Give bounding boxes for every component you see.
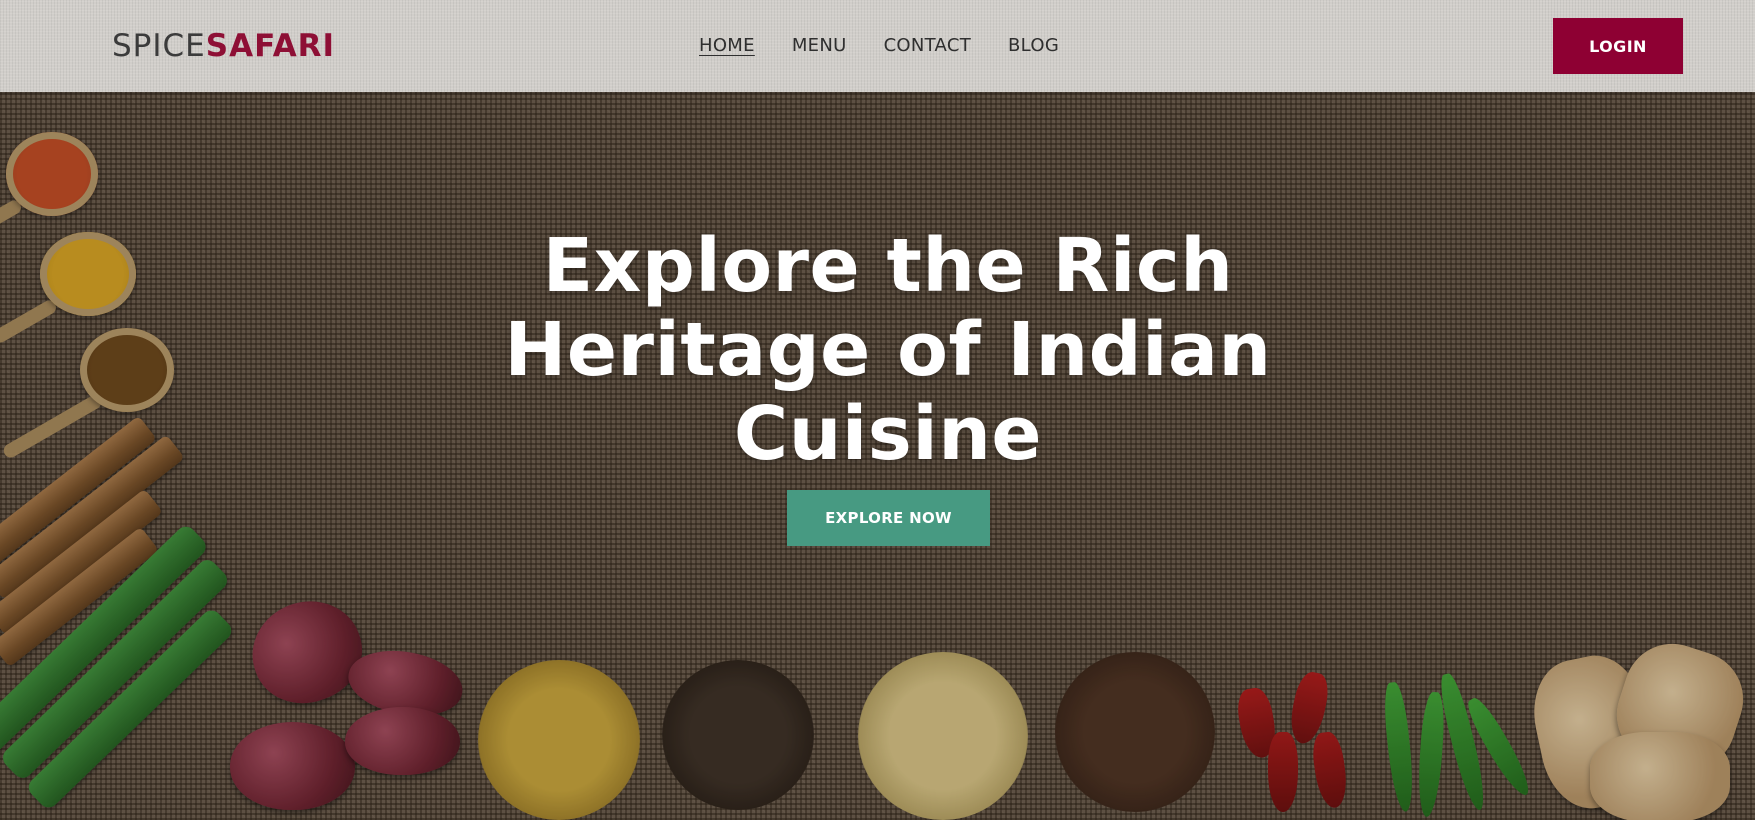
explore-now-button[interactable]: EXPLORE NOW xyxy=(787,490,990,546)
logo-text-spice: SPICE xyxy=(112,28,206,64)
nav-item-home[interactable]: HOME xyxy=(699,34,755,58)
hero-title: Explore the Rich Heritage of Indian Cuis… xyxy=(504,223,1272,477)
nav-item-contact[interactable]: CONTACT xyxy=(884,34,971,58)
hero-section: Explore the Rich Heritage of Indian Cuis… xyxy=(0,92,1755,820)
main-nav: HOME MENU CONTACT BLOG xyxy=(699,34,1059,58)
site-logo[interactable]: SPICESAFARI xyxy=(112,28,335,64)
logo-text-safari: SAFARI xyxy=(205,28,336,64)
nav-item-menu[interactable]: MENU xyxy=(792,34,847,58)
login-button[interactable]: LOGIN xyxy=(1553,18,1683,74)
site-header: SPICESAFARI HOME MENU CONTACT BLOG LOGIN xyxy=(0,0,1755,92)
nav-item-blog[interactable]: BLOG xyxy=(1008,34,1059,58)
